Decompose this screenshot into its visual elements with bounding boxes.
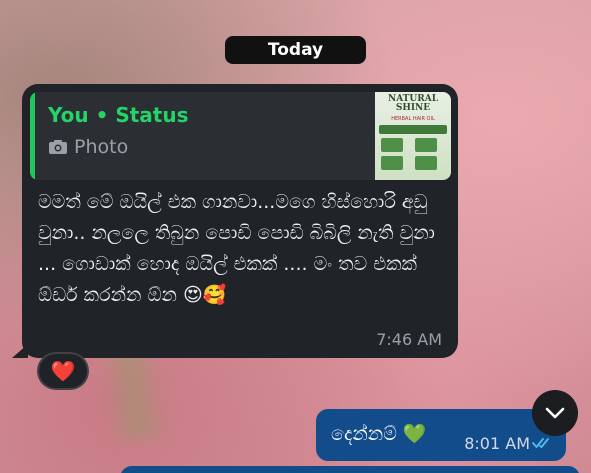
thumbnail-product-block (415, 138, 437, 152)
outgoing-message-bubble[interactable]: දෙන්නම් 💚 8:01 AM (316, 409, 566, 461)
outgoing-message-time: 8:01 AM (464, 434, 530, 453)
message-reaction[interactable]: ❤️ (37, 352, 89, 390)
thumbnail-subtitle: HERBAL HAIR OIL (391, 116, 435, 122)
incoming-message-time: 7:46 AM (376, 330, 442, 349)
chevron-down-icon (545, 407, 565, 419)
camera-icon (49, 140, 67, 154)
outgoing-message-text: දෙන්නම් 💚 (331, 423, 427, 445)
quote-accent-bar (30, 92, 35, 180)
date-divider: Today (225, 36, 366, 64)
quote-type-label: Photo (74, 136, 129, 158)
quote-sender: You • Status (48, 103, 189, 127)
double-check-icon (532, 438, 549, 448)
scroll-to-bottom-button[interactable] (532, 390, 578, 436)
thumbnail-banner (379, 125, 447, 134)
quoted-status-reply[interactable]: You • Status Photo NATURAL SHINE HERBAL … (30, 92, 451, 180)
thumbnail-product-block (381, 156, 403, 170)
thumbnail-product-block (381, 138, 403, 152)
incoming-message-text: මමත් මේ ඔයිල් එක ගානවා...මගෙ හිස්හොරි අඩ… (38, 191, 435, 306)
heart-reaction-icon: ❤️ (50, 359, 76, 383)
thumbnail-title: NATURAL SHINE (387, 94, 439, 113)
status-thumbnail[interactable]: NATURAL SHINE HERBAL HAIR OIL (375, 92, 451, 180)
incoming-message-bubble[interactable]: You • Status Photo NATURAL SHINE HERBAL … (22, 84, 458, 358)
quote-media-type: Photo (48, 136, 128, 158)
thumbnail-product-block (415, 156, 437, 170)
partial-outgoing-bubble (120, 466, 580, 473)
